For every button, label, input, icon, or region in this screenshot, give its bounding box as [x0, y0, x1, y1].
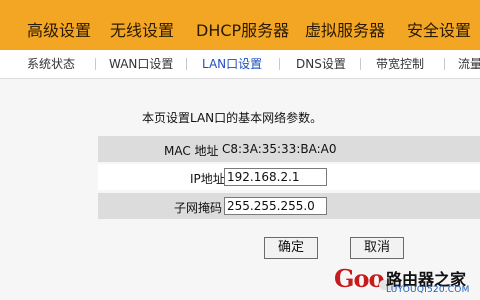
sub-nav-separator: [279, 58, 280, 70]
watermark-goo-text: Goo: [334, 264, 385, 293]
sub-nav-separator: [186, 58, 187, 70]
cancel-button[interactable]: 取消: [350, 237, 404, 259]
sub-nav-separator: [95, 58, 96, 70]
page-description: 本页设置LAN口的基本网络参数。: [142, 111, 323, 125]
subnet-mask-row: 子网掩码: [98, 193, 480, 219]
sub-nav-traffic[interactable]: 流量: [458, 56, 480, 72]
watermark-url: LUYOUQI520.COM: [386, 285, 470, 295]
top-nav-item-virtual-server[interactable]: 虚拟服务器: [305, 20, 385, 42]
top-navigation: 高级设置 无线设置 DHCP服务器 虚拟服务器 安全设置: [0, 12, 480, 46]
sub-nav-lan-settings[interactable]: LAN口设置: [202, 56, 262, 72]
top-nav-item-dhcp[interactable]: DHCP服务器: [196, 20, 289, 42]
watermark: Goo 路由器之家 LUYOUQI520.COM: [324, 260, 480, 300]
subnet-mask-input[interactable]: [224, 197, 327, 215]
sub-nav-separator: [360, 58, 361, 70]
sub-nav-system-status[interactable]: 系统状态: [27, 56, 75, 72]
mac-label: MAC 地址: [164, 144, 219, 158]
sub-nav-bandwidth-control[interactable]: 带宽控制: [376, 56, 424, 72]
ip-row: IP地址: [98, 164, 480, 190]
sub-nav-dns-settings[interactable]: DNS设置: [296, 56, 346, 72]
sub-nav-separator: [444, 58, 445, 70]
top-nav-item-advanced[interactable]: 高级设置: [27, 20, 91, 42]
top-nav-item-security[interactable]: 安全设置: [407, 20, 471, 42]
ip-input[interactable]: [224, 168, 327, 186]
ok-button[interactable]: 确定: [264, 237, 318, 259]
top-nav-item-wireless[interactable]: 无线设置: [110, 20, 174, 42]
sub-navigation: 系统状态 WAN口设置 LAN口设置 DNS设置 带宽控制 流量: [0, 50, 480, 79]
ip-label: IP地址: [190, 172, 225, 186]
mac-row: MAC 地址 C8:3A:35:33:BA:A0: [98, 136, 480, 162]
mac-value: C8:3A:35:33:BA:A0: [222, 142, 337, 156]
subnet-mask-label: 子网掩码: [174, 201, 223, 215]
sub-nav-wan-settings[interactable]: WAN口设置: [109, 56, 173, 72]
